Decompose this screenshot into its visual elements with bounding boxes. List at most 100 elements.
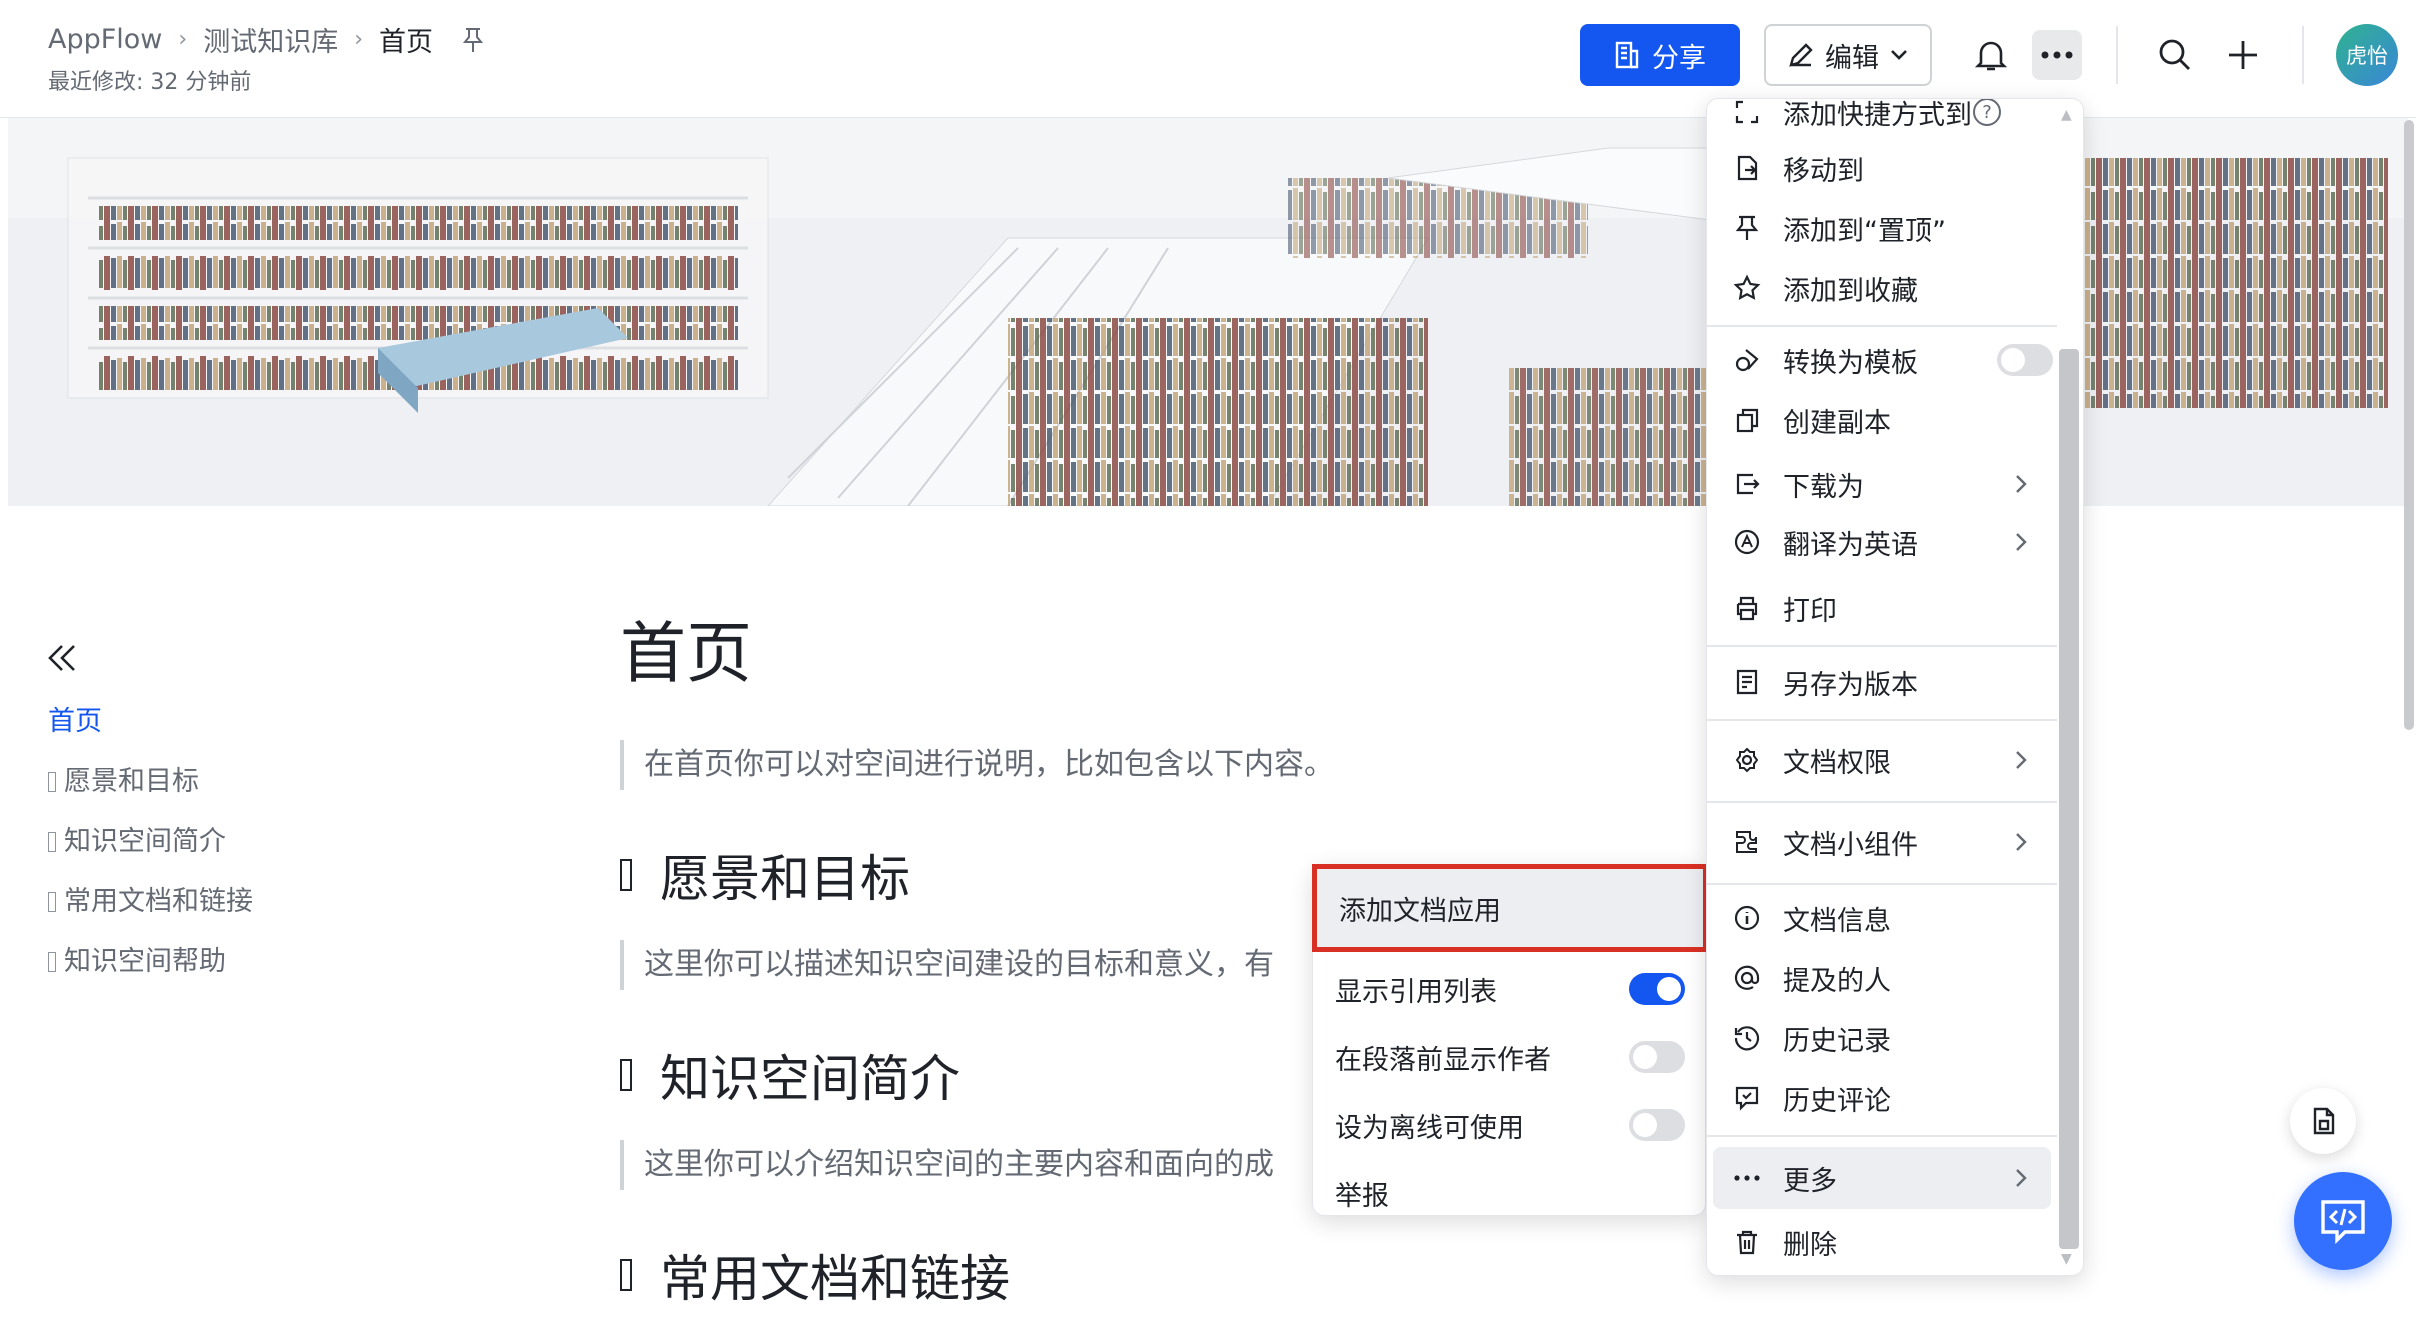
- share-button[interactable]: 分享: [1580, 24, 1740, 86]
- pin-icon[interactable]: [461, 26, 485, 54]
- add-doc-app-item[interactable]: 添加文档应用: [1312, 864, 1708, 952]
- section-quote[interactable]: 这里你可以介绍知识空间的主要内容和面向的成: [620, 1140, 1320, 1190]
- heading-marker-icon: [48, 772, 56, 792]
- header-divider: [2302, 26, 2304, 84]
- menu-item-mentions[interactable]: 提及的人: [1707, 949, 2057, 1007]
- table-of-contents: 首页 愿景和目标 知识空间简介 常用文档和链接 知识空间帮助: [48, 692, 253, 992]
- search-icon[interactable]: [2150, 30, 2200, 80]
- menu-item-favorite[interactable]: 添加到收藏: [1707, 259, 2057, 317]
- history-icon: [1731, 1022, 1763, 1054]
- page-scrollbar[interactable]: [2404, 120, 2414, 730]
- menu-divider: [1707, 325, 2057, 327]
- plus-icon[interactable]: [2218, 30, 2268, 80]
- menu-divider: [1707, 719, 2057, 721]
- report-item[interactable]: 举报: [1313, 1159, 1707, 1227]
- menu-item-label: 历史记录: [1783, 1025, 1891, 1057]
- at-icon: [1731, 962, 1763, 994]
- bell-icon[interactable]: [1966, 30, 2016, 80]
- section-heading[interactable]: 常用文档和链接: [620, 1240, 1720, 1310]
- menu-item-print[interactable]: 打印: [1707, 579, 2057, 637]
- menu-scrollbar[interactable]: [2059, 349, 2079, 1249]
- widget-icon: [1731, 826, 1763, 858]
- submenu-label: 在段落前显示作者: [1335, 1044, 1551, 1076]
- more-submenu: 添加文档应用 显示引用列表 在段落前显示作者 设为离线可使用 举报: [1312, 864, 1708, 1216]
- section-heading-text: 知识空间简介: [660, 1050, 960, 1108]
- star-icon: [1731, 272, 1763, 304]
- avatar[interactable]: 虎怡: [2336, 24, 2398, 86]
- download-icon: [1731, 468, 1763, 500]
- document-icon: [2313, 1107, 2335, 1135]
- toc-item-vision[interactable]: 愿景和目标: [48, 752, 253, 812]
- more-options-icon[interactable]: [2032, 30, 2082, 80]
- heading-marker-icon: [48, 952, 56, 972]
- show-reference-list-item[interactable]: 显示引用列表: [1313, 955, 1707, 1023]
- show-author-item[interactable]: 在段落前显示作者: [1313, 1023, 1707, 1091]
- menu-item-translate[interactable]: 翻译为英语: [1707, 513, 2057, 571]
- menu-item-permissions[interactable]: 文档权限: [1707, 731, 2057, 789]
- breadcrumb-knowledge-base[interactable]: 测试知识库: [203, 20, 338, 59]
- menu-item-doc-info[interactable]: 文档信息: [1707, 889, 2057, 947]
- page-title[interactable]: 首页: [620, 600, 1720, 710]
- submenu-label: 设为离线可使用: [1335, 1112, 1524, 1144]
- collapse-toc-icon[interactable]: [44, 640, 80, 676]
- toc-item-intro[interactable]: 知识空间简介: [48, 812, 253, 872]
- header-divider: [2116, 26, 2118, 84]
- heading-marker-icon: [48, 892, 56, 912]
- scroll-up-icon[interactable]: ▲: [2061, 107, 2072, 123]
- section-quote[interactable]: 这里你可以描述知识空间建设的目标和意义，有: [620, 940, 1320, 990]
- toc-item-links[interactable]: 常用文档和链接: [48, 872, 253, 932]
- offline-toggle[interactable]: [1629, 1109, 1685, 1141]
- move-icon: [1731, 152, 1763, 184]
- info-icon: [1731, 902, 1763, 934]
- breadcrumb-appflow[interactable]: AppFlow: [48, 24, 162, 55]
- menu-item-comment-history[interactable]: 历史评论: [1707, 1069, 2057, 1127]
- section-heading-text: 愿景和目标: [660, 850, 910, 908]
- heading-marker-icon: [620, 859, 632, 891]
- menu-item-label: 删除: [1783, 1229, 1837, 1261]
- heading-marker-icon: [48, 832, 56, 852]
- menu-item-download[interactable]: 下载为: [1707, 455, 2057, 513]
- menu-item-more[interactable]: 更多: [1713, 1147, 2051, 1209]
- ai-assistant-button[interactable]: [2294, 1172, 2392, 1270]
- doc-outline-button[interactable]: [2290, 1088, 2356, 1154]
- toc-item-home[interactable]: 首页: [48, 692, 253, 752]
- menu-item-add-shortcut[interactable]: 添加快捷方式到 ?: [1707, 99, 2057, 141]
- edit-button[interactable]: 编辑: [1764, 24, 1932, 86]
- menu-item-widgets[interactable]: 文档小组件: [1707, 813, 2057, 871]
- building-icon: [1615, 41, 1639, 69]
- comment-icon: [1731, 1082, 1763, 1114]
- menu-item-label: 添加到“置顶”: [1783, 215, 1946, 247]
- menu-item-label: 历史评论: [1783, 1085, 1891, 1117]
- translate-icon: [1731, 526, 1763, 558]
- help-icon[interactable]: ?: [1973, 99, 2001, 126]
- scroll-down-icon[interactable]: ▼: [2061, 1251, 2072, 1267]
- menu-divider: [1707, 883, 2057, 885]
- chevron-right-icon: ›: [354, 27, 364, 52]
- menu-item-label: 创建副本: [1783, 407, 1891, 439]
- menu-item-pin[interactable]: 添加到“置顶”: [1707, 199, 2057, 257]
- template-icon: [1731, 344, 1763, 376]
- menu-item-save-version[interactable]: 另存为版本: [1707, 653, 2057, 711]
- toc-item-label: 常用文档和链接: [64, 886, 253, 917]
- heading-marker-icon: [620, 1059, 632, 1091]
- intro-quote[interactable]: 在首页你可以对空间进行说明，比如包含以下内容。: [620, 740, 1720, 790]
- menu-item-template[interactable]: 转换为模板: [1707, 331, 2057, 389]
- menu-item-copy[interactable]: 创建副本: [1707, 391, 2057, 449]
- menu-divider: [1707, 645, 2057, 647]
- show-author-toggle[interactable]: [1629, 1041, 1685, 1073]
- more-options-menu: ▲ 添加快捷方式到 ? 移动到 添加到“置顶” 添加到收藏 转换为模板 创建副本…: [1706, 98, 2084, 1276]
- menu-item-move[interactable]: 移动到: [1707, 139, 2057, 197]
- menu-item-delete[interactable]: 删除: [1707, 1213, 2057, 1271]
- menu-divider: [1707, 801, 2057, 803]
- template-toggle[interactable]: [1997, 344, 2053, 376]
- menu-item-history[interactable]: 历史记录: [1707, 1009, 2057, 1067]
- reference-list-toggle[interactable]: [1629, 973, 1685, 1005]
- chevron-right-icon: [2016, 833, 2027, 851]
- offline-item[interactable]: 设为离线可使用: [1313, 1091, 1707, 1159]
- toc-item-help[interactable]: 知识空间帮助: [48, 932, 253, 992]
- menu-item-label: 转换为模板: [1783, 347, 1918, 379]
- chevron-right-icon: [2016, 751, 2027, 769]
- menu-item-label: 下载为: [1783, 471, 1864, 503]
- toc-item-label: 愿景和目标: [64, 766, 199, 797]
- submenu-label: 显示引用列表: [1335, 976, 1497, 1008]
